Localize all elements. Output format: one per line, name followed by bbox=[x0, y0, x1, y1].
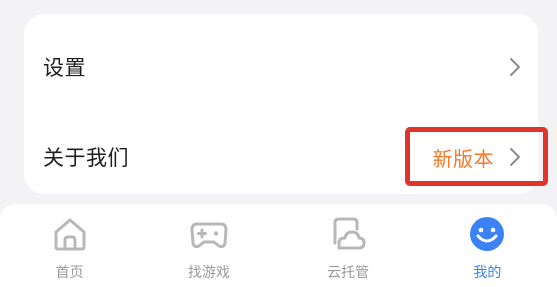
menu-card: 设置 关于我们 新版本 bbox=[24, 14, 548, 197]
highlight-box bbox=[405, 127, 548, 186]
about-us-row[interactable]: 关于我们 新版本 bbox=[24, 117, 548, 197]
gamepad-icon bbox=[189, 214, 229, 254]
settings-label: 设置 bbox=[43, 56, 86, 80]
tab-find-games-label: 找游戏 bbox=[187, 265, 230, 281]
smiley-icon bbox=[467, 214, 507, 254]
tab-mine[interactable]: 我的 bbox=[418, 204, 557, 287]
tab-cloud-hosting[interactable]: 云托管 bbox=[279, 204, 418, 287]
cloud-icon bbox=[328, 214, 368, 254]
bottom-tab-bar: 首页 找游戏 云托管 我的 bbox=[0, 204, 557, 287]
tab-mine-label: 我的 bbox=[473, 265, 502, 281]
tab-find-games[interactable]: 找游戏 bbox=[139, 204, 278, 287]
about-us-label: 关于我们 bbox=[43, 146, 129, 170]
tab-home-label: 首页 bbox=[55, 265, 84, 281]
profile-page: 设置 关于我们 新版本 首页 找游戏 云托管 我的 bbox=[0, 0, 557, 287]
chevron-right-icon bbox=[506, 55, 524, 79]
tab-home[interactable]: 首页 bbox=[0, 204, 139, 287]
home-icon bbox=[50, 214, 90, 254]
tab-cloud-hosting-label: 云托管 bbox=[327, 265, 370, 281]
settings-row[interactable]: 设置 bbox=[24, 27, 538, 107]
